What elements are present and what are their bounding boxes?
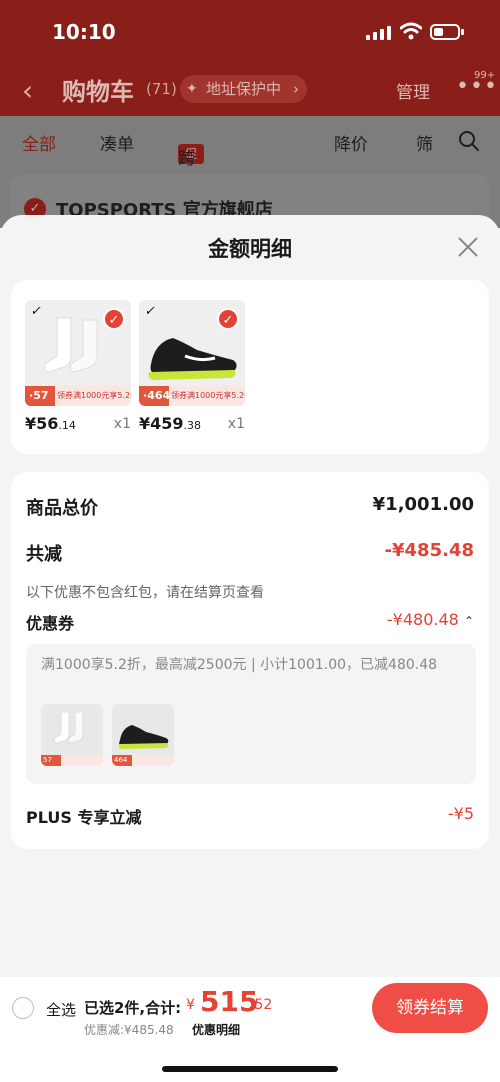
- select-all-label[interactable]: 全选: [46, 999, 76, 1020]
- coupon-item-shoe: 464: [112, 704, 174, 766]
- tag-promo: 领券满1000元享5.2折: [171, 391, 245, 400]
- battery-icon: [430, 24, 464, 40]
- search-icon[interactable]: [458, 130, 480, 152]
- item-price: ¥56.14: [25, 414, 76, 433]
- tag-promo: 领券满1000元享5.2折: [57, 391, 131, 400]
- address-protect-label: 地址保护中: [206, 80, 282, 98]
- filter-tabs: 全部 凑单 促跨店满减 降价 筛: [0, 116, 500, 244]
- item-qty: x1: [227, 416, 245, 432]
- cart-count: (71): [146, 80, 177, 98]
- address-protect-pill[interactable]: ✦ 地址保护中 ›: [180, 75, 308, 103]
- page-title: 购物车: [62, 78, 134, 106]
- discount-note: 以下优惠不包含红包，请在结算页查看: [26, 585, 264, 601]
- discount-text: 优惠减:¥485.48: [84, 1023, 174, 1037]
- selected-check-icon[interactable]: ✓: [103, 308, 125, 330]
- coupon-item-socks: 57: [41, 704, 103, 766]
- tag-price: ·464: [139, 386, 170, 406]
- socks-icon: [53, 711, 84, 744]
- coupon-label: 优惠券: [26, 614, 75, 633]
- brand-logo-icon: ✓: [143, 304, 158, 319]
- total-cents: .52: [250, 997, 273, 1013]
- mini-tag-price: 57: [41, 755, 61, 766]
- brand-logo-icon: ✓: [29, 304, 44, 319]
- tab-price-drop[interactable]: 降价: [334, 130, 368, 155]
- coupon-value: -¥480.48 ⌃: [386, 610, 474, 629]
- chevron-up-icon: ⌃: [463, 614, 474, 628]
- discount-label: 共减: [26, 544, 62, 565]
- product-image-socks: ✓ ✓ ·57 领券满1000元享5.2折: [25, 300, 131, 406]
- nav-bar: ‹ 购物车 (71) ✦ 地址保护中 › 管理 ••• 99+: [0, 60, 500, 116]
- coupon-desc: 满1000享5.2折，最高减2500元 | 小计1001.00，已减480.48: [41, 657, 438, 673]
- sheet-title: 金额明细: [208, 237, 292, 261]
- select-all-radio[interactable]: [12, 997, 34, 1019]
- selected-check-icon[interactable]: ✓: [217, 308, 239, 330]
- manage-button[interactable]: 管理: [396, 78, 430, 103]
- chevron-right-icon: ›: [293, 80, 300, 98]
- more-badge: 99+: [474, 70, 496, 81]
- back-arrow-icon[interactable]: ‹: [22, 74, 33, 107]
- discount-value: -¥485.48: [384, 540, 474, 561]
- selected-items-card: ✓ ✓ ·57 领券满1000元享5.2折 ¥56.14 x1 ✓ ✓ ·464…: [11, 280, 489, 454]
- summary-text: 已选2件,合计:: [84, 999, 182, 1017]
- tab-all[interactable]: 全部: [22, 130, 56, 155]
- status-time: 10:10: [52, 20, 116, 44]
- mini-tag-price: 464: [112, 755, 132, 766]
- tab-filter[interactable]: 筛: [416, 130, 433, 155]
- socks-icon: [44, 317, 98, 373]
- app-header: 10:10 ‹ 购物车 (71) ✦ 地址保护中 › 管理 ••• 99+: [0, 0, 500, 116]
- status-bar: 10:10: [0, 0, 500, 60]
- plus-value: -¥5: [447, 804, 474, 823]
- item-qty: x1: [113, 416, 131, 432]
- signal-icon: [366, 26, 392, 40]
- tag-price: ·57: [25, 386, 55, 406]
- product-image-shoe: ✓ ✓ ·464 领券满1000元享5.2折: [139, 300, 245, 406]
- shoe-icon: [148, 338, 237, 380]
- price-breakdown-card: 商品总价 ¥1,001.00 共减 -¥485.48 以下优惠不包含红包，请在结…: [11, 472, 489, 849]
- shield-icon: ✦: [186, 81, 198, 97]
- total-label: 商品总价: [26, 498, 98, 519]
- coupon-detail: 满1000享5.2折，最高减2500元 | 小计1001.00，已减480.48…: [26, 644, 476, 784]
- amount-detail-sheet: 金额明细 ✓ ✓ ·57 领券满1000元享5.2折 ¥56.14 x1 ✓ ✓…: [0, 215, 500, 977]
- discount-detail-link[interactable]: 优惠明细: [192, 1021, 240, 1038]
- checkout-button[interactable]: 领券结算: [372, 983, 488, 1033]
- shoe-icon: [118, 725, 169, 749]
- currency-symbol: ¥: [186, 997, 195, 1013]
- total-value: ¥1,001.00: [372, 494, 474, 515]
- wifi-icon: [400, 22, 422, 40]
- home-indicator: [162, 1066, 338, 1072]
- tab-bundle[interactable]: 凑单: [100, 130, 134, 155]
- checkout-bar: 全选 已选2件,合计: ¥ 515 .52 优惠减:¥485.48 优惠明细 领…: [0, 977, 500, 1082]
- close-icon[interactable]: [456, 235, 480, 259]
- item-price: ¥459.38: [139, 414, 202, 433]
- plus-label: PLUS 专享立减: [26, 808, 142, 827]
